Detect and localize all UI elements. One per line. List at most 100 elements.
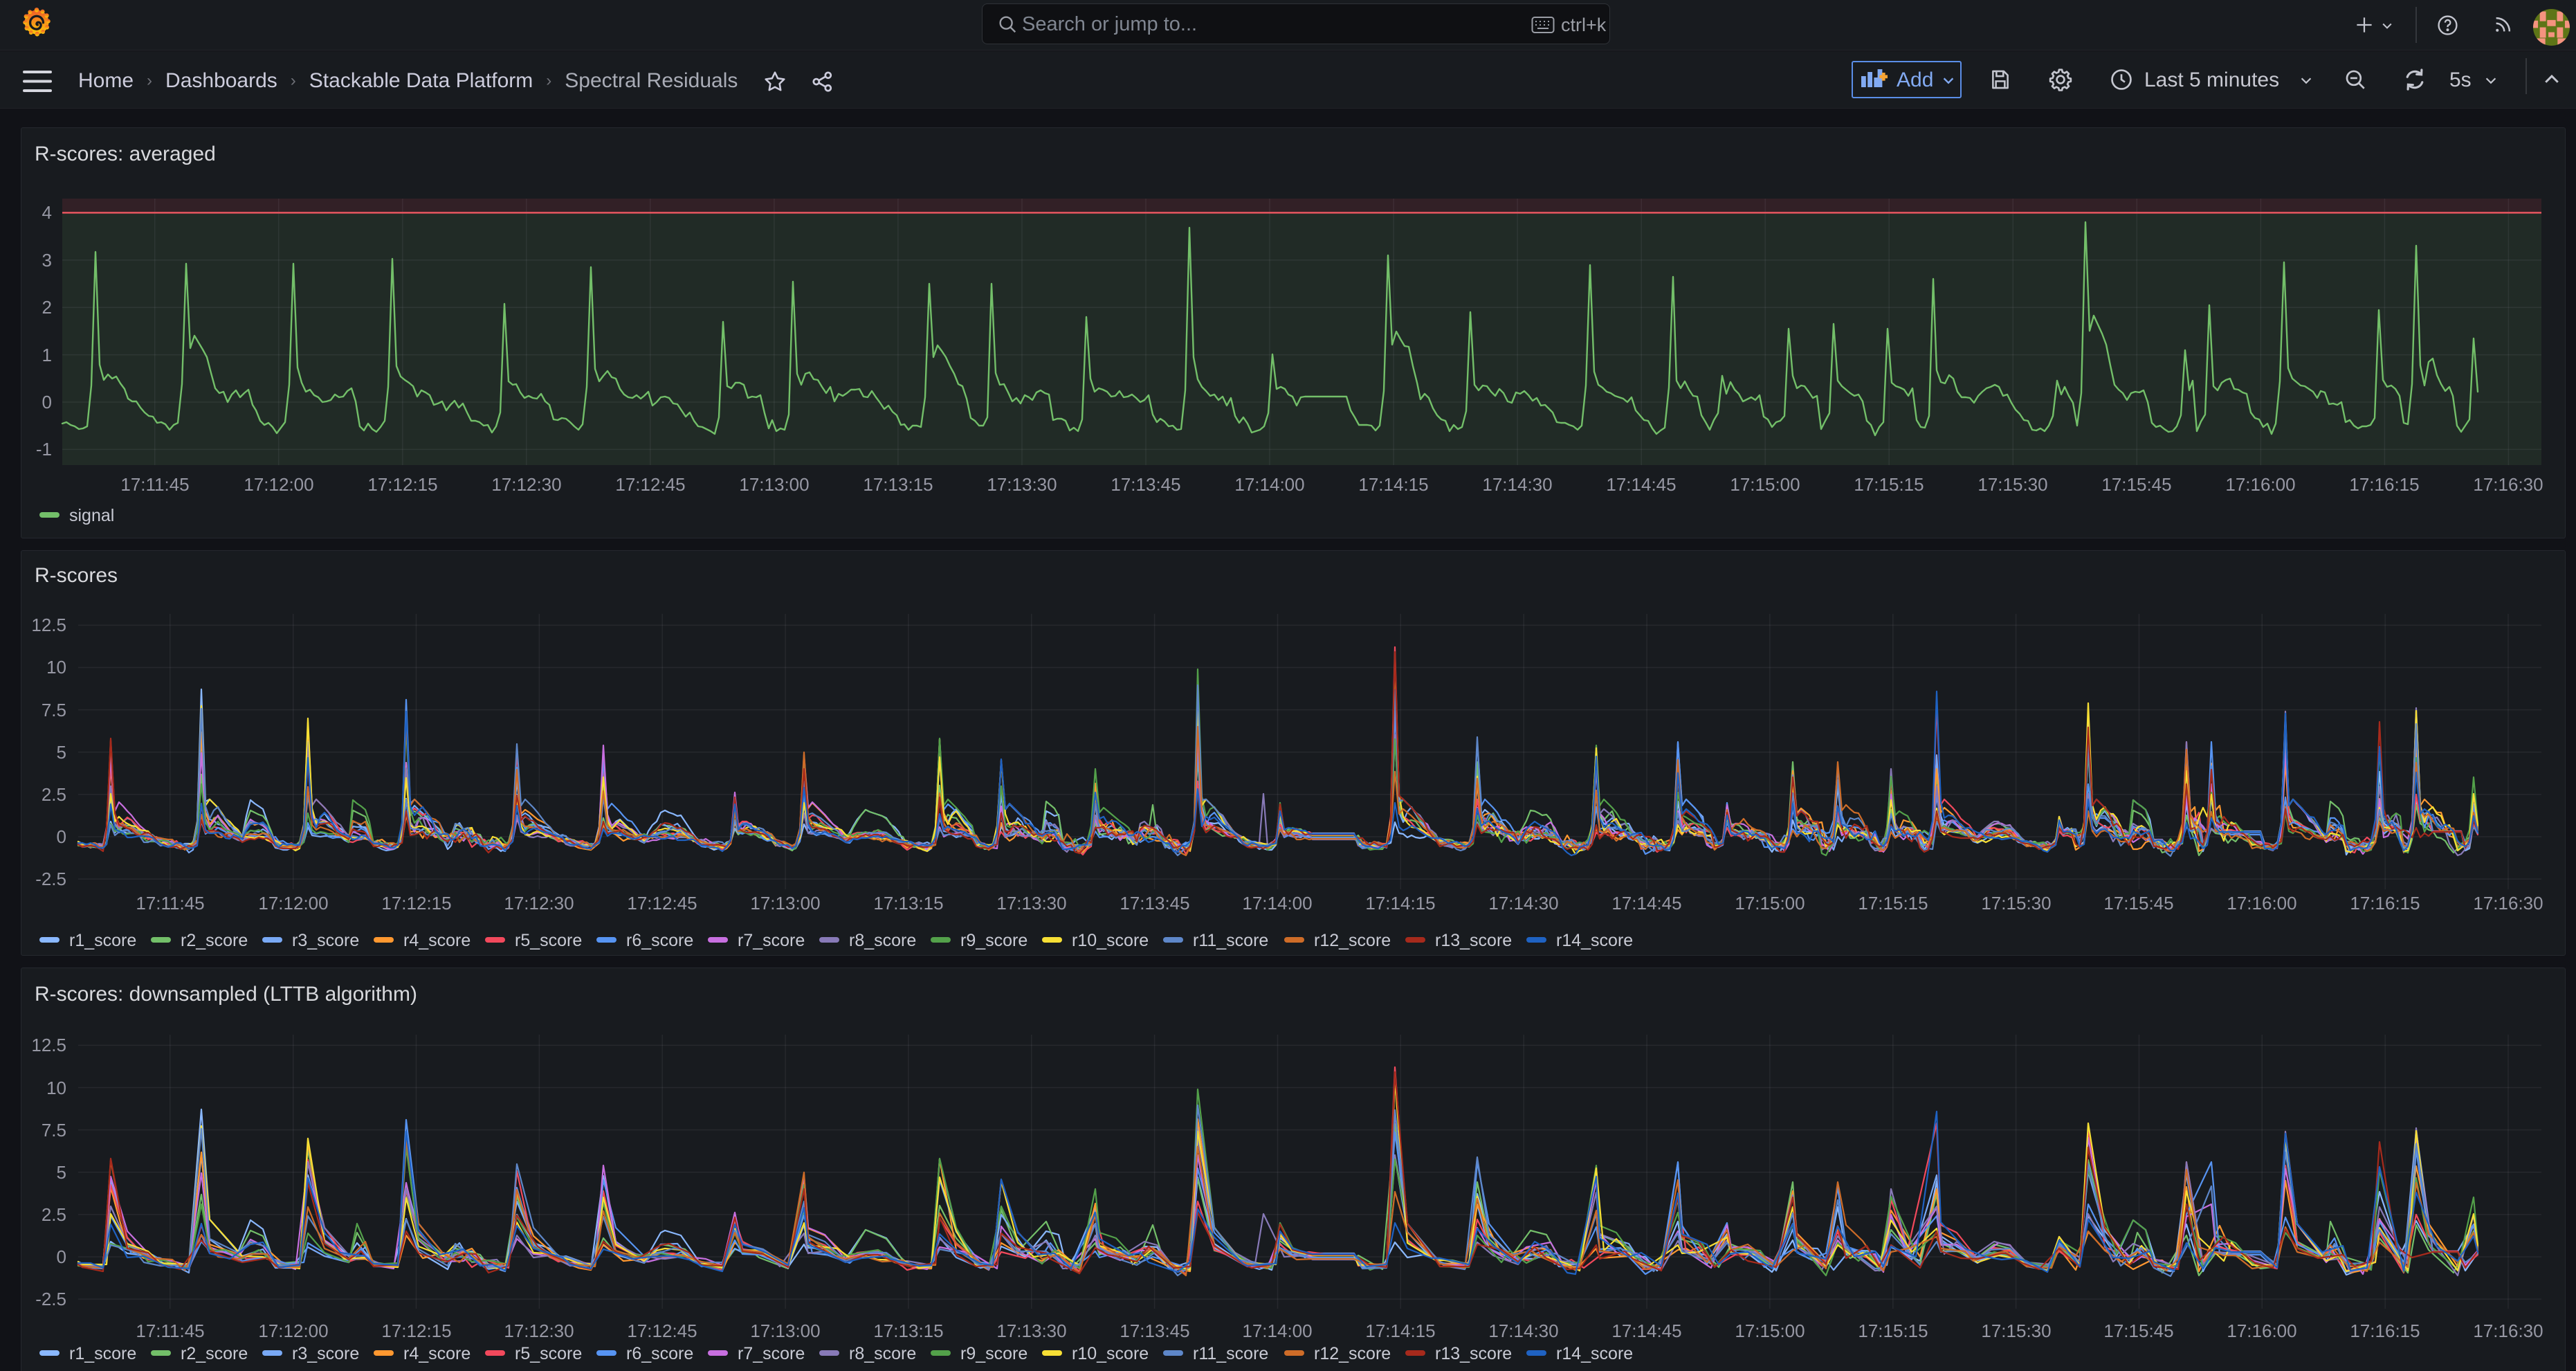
svg-text:r14_score: r14_score (1556, 931, 1633, 950)
svg-text:r10_score: r10_score (1072, 931, 1149, 950)
svg-text:17:15:15: 17:15:15 (1858, 1320, 1928, 1341)
svg-text:r9_score: r9_score (960, 1344, 1027, 1363)
svg-text:r5_score: r5_score (515, 931, 582, 950)
svg-text:17:12:30: 17:12:30 (491, 474, 561, 495)
svg-text:17:13:45: 17:13:45 (1111, 474, 1180, 495)
svg-text:17:13:00: 17:13:00 (750, 893, 820, 914)
svg-text:17:12:30: 17:12:30 (504, 893, 574, 914)
svg-text:17:12:45: 17:12:45 (627, 1320, 697, 1341)
svg-text:7.5: 7.5 (42, 700, 66, 720)
svg-text:17:14:30: 17:14:30 (1488, 893, 1558, 914)
svg-text:5: 5 (57, 1162, 66, 1183)
svg-text:17:14:15: 17:14:15 (1358, 474, 1428, 495)
svg-text:r6_score: r6_score (626, 931, 693, 950)
svg-text:17:14:15: 17:14:15 (1365, 893, 1435, 914)
svg-text:17:11:45: 17:11:45 (120, 474, 189, 495)
svg-text:17:12:00: 17:12:00 (258, 893, 328, 914)
svg-text:R-scores: R-scores (35, 564, 118, 587)
svg-text:17:16:30: 17:16:30 (2473, 893, 2543, 914)
svg-text:r5_score: r5_score (515, 1344, 582, 1363)
svg-text:17:15:30: 17:15:30 (1981, 893, 2051, 914)
svg-text:17:15:45: 17:15:45 (2103, 893, 2173, 914)
svg-text:17:13:00: 17:13:00 (750, 1320, 820, 1341)
svg-text:10: 10 (46, 657, 66, 678)
svg-text:r10_score: r10_score (1072, 1344, 1149, 1363)
svg-text:r3_score: r3_score (292, 931, 359, 950)
svg-text:r7_score: r7_score (738, 931, 805, 950)
svg-text:17:12:00: 17:12:00 (244, 474, 313, 495)
svg-text:17:15:15: 17:15:15 (1858, 893, 1928, 914)
svg-text:2.5: 2.5 (42, 784, 66, 805)
svg-text:17:13:45: 17:13:45 (1120, 1320, 1189, 1341)
svg-text:4: 4 (42, 202, 52, 223)
svg-text:17:14:00: 17:14:00 (1234, 474, 1304, 495)
svg-text:17:12:45: 17:12:45 (627, 893, 697, 914)
svg-text:17:13:30: 17:13:30 (996, 893, 1066, 914)
svg-text:17:15:30: 17:15:30 (1981, 1320, 2051, 1341)
svg-text:17:16:15: 17:16:15 (2349, 474, 2419, 495)
svg-text:17:15:15: 17:15:15 (1854, 474, 1924, 495)
svg-text:R-scores: downsampled (LTTB al: R-scores: downsampled (LTTB algorithm) (35, 983, 417, 1006)
svg-text:17:14:45: 17:14:45 (1611, 893, 1681, 914)
svg-text:r4_score: r4_score (403, 1344, 471, 1363)
svg-text:r9_score: r9_score (960, 931, 1027, 950)
svg-text:3: 3 (42, 250, 52, 271)
svg-text:17:16:15: 17:16:15 (2350, 1320, 2420, 1341)
svg-text:17:13:15: 17:13:15 (873, 893, 943, 914)
svg-text:17:16:30: 17:16:30 (2473, 474, 2543, 495)
svg-text:17:14:30: 17:14:30 (1488, 1320, 1558, 1341)
svg-text:17:16:00: 17:16:00 (2225, 474, 2295, 495)
svg-text:17:14:15: 17:14:15 (1365, 1320, 1435, 1341)
svg-text:17:15:30: 17:15:30 (1977, 474, 2047, 495)
svg-text:1: 1 (42, 345, 52, 365)
svg-text:17:16:15: 17:16:15 (2350, 893, 2420, 914)
svg-text:12.5: 12.5 (31, 615, 66, 635)
svg-text:7.5: 7.5 (42, 1120, 66, 1141)
svg-text:r14_score: r14_score (1556, 1344, 1633, 1363)
svg-text:17:15:45: 17:15:45 (2101, 474, 2171, 495)
svg-text:17:14:00: 17:14:00 (1242, 1320, 1312, 1341)
svg-text:-2.5: -2.5 (35, 1289, 66, 1309)
svg-text:R-scores: averaged: R-scores: averaged (35, 143, 216, 165)
svg-text:17:12:15: 17:12:15 (381, 893, 451, 914)
svg-text:10: 10 (46, 1078, 66, 1098)
svg-text:17:15:45: 17:15:45 (2103, 1320, 2173, 1341)
svg-text:0: 0 (42, 392, 52, 412)
svg-text:r1_score: r1_score (69, 931, 136, 950)
svg-text:17:15:00: 17:15:00 (1735, 1320, 1805, 1341)
svg-text:17:15:00: 17:15:00 (1735, 893, 1805, 914)
svg-text:17:12:00: 17:12:00 (258, 1320, 328, 1341)
svg-text:r11_score: r11_score (1193, 1344, 1268, 1363)
svg-text:17:14:45: 17:14:45 (1606, 474, 1676, 495)
svg-text:17:14:30: 17:14:30 (1482, 474, 1552, 495)
svg-text:r8_score: r8_score (849, 1344, 916, 1363)
svg-text:r11_score: r11_score (1193, 931, 1268, 950)
svg-text:r12_score: r12_score (1314, 1344, 1391, 1363)
svg-text:17:12:15: 17:12:15 (367, 474, 437, 495)
svg-text:r4_score: r4_score (403, 931, 471, 950)
svg-text:17:16:00: 17:16:00 (2227, 1320, 2296, 1341)
svg-text:17:12:15: 17:12:15 (381, 1320, 451, 1341)
svg-text:17:12:45: 17:12:45 (615, 474, 685, 495)
svg-text:5: 5 (57, 742, 66, 763)
svg-text:17:16:00: 17:16:00 (2227, 893, 2296, 914)
svg-text:r12_score: r12_score (1314, 931, 1391, 950)
svg-text:17:14:45: 17:14:45 (1611, 1320, 1681, 1341)
svg-text:17:13:15: 17:13:15 (873, 1320, 943, 1341)
svg-text:-2.5: -2.5 (35, 869, 66, 889)
svg-text:0: 0 (57, 1246, 66, 1267)
svg-text:-1: -1 (36, 439, 52, 460)
svg-text:17:13:00: 17:13:00 (739, 474, 809, 495)
svg-text:r13_score: r13_score (1435, 931, 1512, 950)
svg-text:17:13:15: 17:13:15 (863, 474, 933, 495)
svg-text:17:11:45: 17:11:45 (136, 1320, 204, 1341)
svg-text:r13_score: r13_score (1435, 1344, 1512, 1363)
svg-text:12.5: 12.5 (31, 1035, 66, 1055)
svg-text:2.5: 2.5 (42, 1204, 66, 1225)
svg-text:17:11:45: 17:11:45 (136, 893, 204, 914)
svg-text:17:13:45: 17:13:45 (1120, 893, 1189, 914)
svg-text:17:12:30: 17:12:30 (504, 1320, 574, 1341)
svg-text:r3_score: r3_score (292, 1344, 359, 1363)
svg-text:17:13:30: 17:13:30 (996, 1320, 1066, 1341)
svg-text:r8_score: r8_score (849, 931, 916, 950)
